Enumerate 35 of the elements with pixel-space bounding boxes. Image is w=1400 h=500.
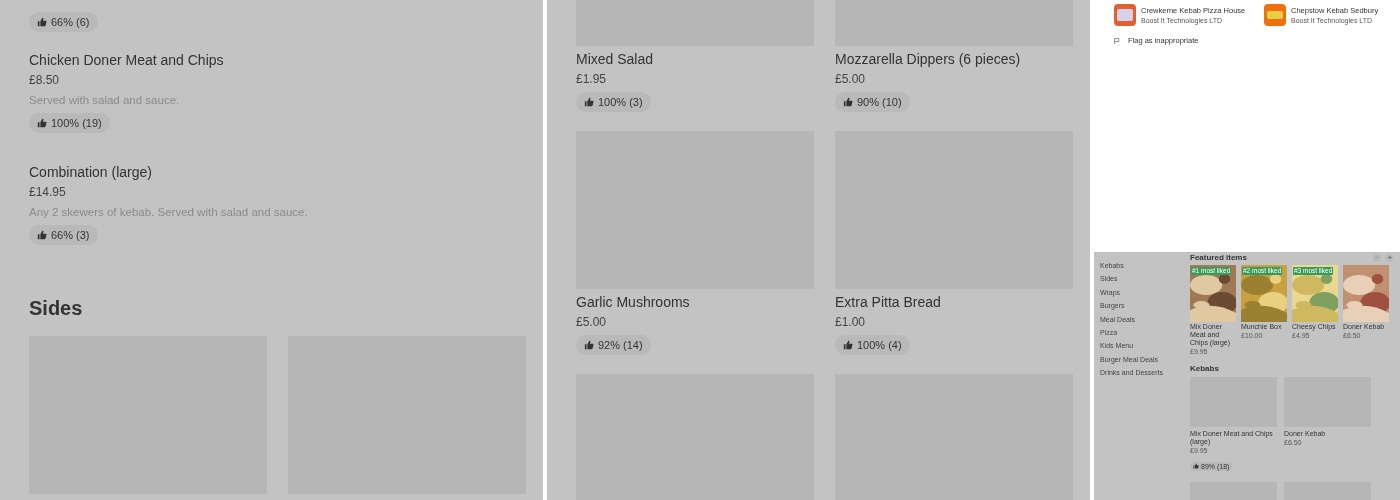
rating-text: 90% (10) xyxy=(857,96,902,108)
item-name[interactable]: Chicken Doner Meat and Chips xyxy=(29,51,543,69)
item-price: £1.00 xyxy=(835,314,867,330)
thumbs-up-icon xyxy=(584,97,594,107)
rating-text: 100% (3) xyxy=(598,96,643,108)
thumbs-up-icon xyxy=(843,340,853,350)
rating-text: 92% (14) xyxy=(598,339,643,351)
rating-text: 66% (3) xyxy=(51,229,90,241)
item-price: £14.95 xyxy=(29,184,67,200)
flag-icon xyxy=(1114,37,1120,44)
item-price: £8.50 xyxy=(29,72,61,88)
thumbs-up-icon xyxy=(37,17,47,27)
item-name[interactable]: Garlic Mushrooms xyxy=(576,293,814,311)
item-name[interactable]: Mozzarella Dippers (6 pieces) xyxy=(835,50,1073,68)
app-icon[interactable] xyxy=(1264,4,1286,26)
thumbs-up-icon xyxy=(843,97,853,107)
rating-text: 66% (6) xyxy=(51,16,90,28)
thumbs-up-icon xyxy=(1193,463,1199,469)
rating-text: 100% (4) xyxy=(857,339,902,351)
rating-text: 100% (19) xyxy=(51,117,102,129)
section-heading: Featured items xyxy=(1190,253,1247,262)
item-name[interactable]: Combination (large) xyxy=(29,163,543,181)
item-price: £1.95 xyxy=(576,71,608,87)
thumbs-up-icon xyxy=(584,340,594,350)
item-name[interactable]: Mixed Salad xyxy=(576,50,814,68)
section-heading: Sides xyxy=(29,297,84,320)
app-icon[interactable] xyxy=(1114,4,1136,26)
item-name[interactable]: Extra Pitta Bread xyxy=(835,293,1073,311)
item-price: £5.00 xyxy=(576,314,608,330)
thumbs-up-icon xyxy=(37,118,47,128)
section-heading: Kebabs xyxy=(1190,364,1220,373)
thumbs-up-icon xyxy=(37,230,47,240)
item-price: £5.00 xyxy=(835,71,867,87)
next-button[interactable] xyxy=(1385,253,1393,262)
previous-button[interactable] xyxy=(1373,253,1381,262)
